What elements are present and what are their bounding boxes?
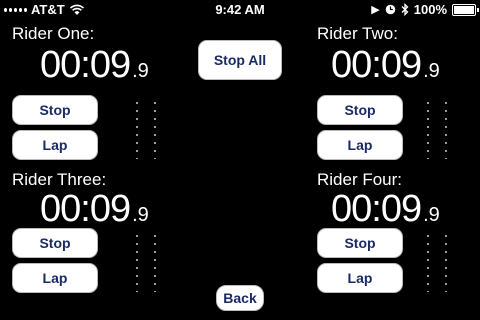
rider-timer: 00:09.9 <box>40 43 149 93</box>
timer-tenths: .9 <box>132 204 149 226</box>
rider-four-lap-button[interactable]: Lap <box>317 263 403 293</box>
battery-fill <box>454 5 474 14</box>
rider-two-stop-button[interactable]: Stop <box>317 95 403 125</box>
lap-list-dots <box>154 99 156 159</box>
back-button[interactable]: Back <box>216 285 264 311</box>
rider-one-lap-button[interactable]: Lap <box>12 130 98 160</box>
rider-one-panel: Rider One: 00:09.9 Stop Lap <box>12 24 172 164</box>
lap-list-dots <box>445 232 447 292</box>
lap-list-dots <box>154 232 156 292</box>
timer-main: 00:09 <box>331 44 422 86</box>
battery-percent: 100% <box>413 2 447 17</box>
lap-list-dots <box>427 99 429 159</box>
status-left: AT&T <box>4 2 85 17</box>
lap-list-dots <box>427 232 429 292</box>
status-bar: AT&T 9:42 AM ▶ 100% <box>0 0 480 20</box>
rider-four-panel: Rider Four: 00:09.9 Stop Lap <box>317 170 477 310</box>
rider-timer: 00:09.9 <box>331 43 440 93</box>
carrier-name: AT&T <box>31 2 65 17</box>
timer-main: 00:09 <box>40 188 131 230</box>
rider-label: Rider Two: <box>317 24 398 43</box>
timer-tenths: .9 <box>423 60 440 82</box>
stop-all-button[interactable]: Stop All <box>198 40 282 80</box>
rider-one-stop-button[interactable]: Stop <box>12 95 98 125</box>
rider-two-lap-button[interactable]: Lap <box>317 130 403 160</box>
bluetooth-icon <box>401 3 409 16</box>
timer-main: 00:09 <box>331 188 422 230</box>
clock-icon <box>385 4 396 15</box>
rider-three-stop-button[interactable]: Stop <box>12 228 98 258</box>
timer-main: 00:09 <box>40 44 131 86</box>
battery-icon <box>452 3 479 16</box>
lap-list-dots <box>445 99 447 159</box>
rider-label: Rider One: <box>12 24 95 43</box>
signal-icon <box>4 7 27 12</box>
play-icon: ▶ <box>371 3 380 16</box>
lap-list-dots <box>136 232 138 292</box>
rider-four-stop-button[interactable]: Stop <box>317 228 403 258</box>
timer-tenths: .9 <box>423 204 440 226</box>
status-right: ▶ 100% <box>371 2 479 17</box>
rider-three-lap-button[interactable]: Lap <box>12 263 98 293</box>
timer-tenths: .9 <box>132 60 149 82</box>
wifi-icon <box>69 4 84 15</box>
rider-three-panel: Rider Three: 00:09.9 Stop Lap <box>12 170 172 310</box>
lap-list-dots <box>136 99 138 159</box>
rider-two-panel: Rider Two: 00:09.9 Stop Lap <box>317 24 477 164</box>
